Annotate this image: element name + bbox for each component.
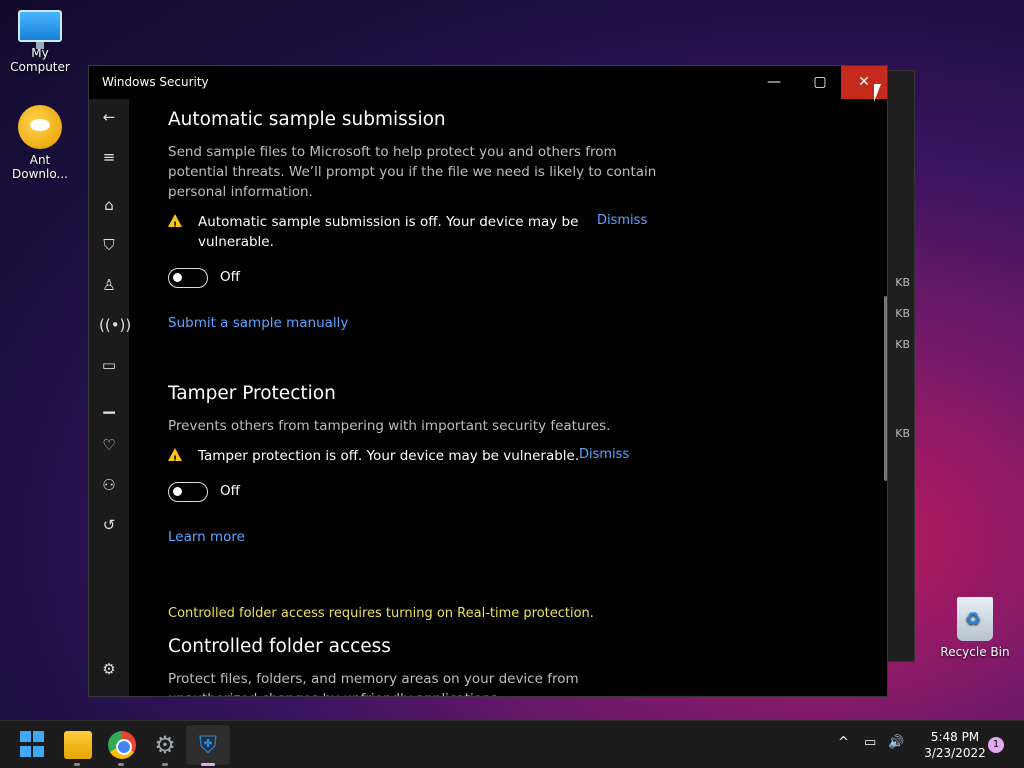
warning-message: Tamper protection is off. Your device ma… — [168, 446, 588, 470]
realtime-protection-note: Controlled folder access requires turnin… — [168, 606, 594, 621]
mouse-cursor-icon — [874, 84, 881, 102]
running-indicator — [74, 763, 80, 766]
running-indicator — [118, 763, 124, 766]
notification-badge[interactable]: 1 — [988, 737, 1004, 753]
network-icon[interactable]: ▭ — [864, 735, 876, 750]
sample-submission-toggle[interactable] — [168, 268, 208, 288]
taskbar: ⚙ ⛨ ^ ▭ 🔊 5:48 PM 3/23/2022 1 — [0, 720, 1024, 768]
size-label: KB — [895, 276, 910, 289]
sidebar: ← ≡ ⌂ ⛉ ♙ ((•)) ▭ ▁ ♡ ⚇ ↺ ⚙ — [89, 99, 131, 696]
size-label: KB — [895, 307, 910, 320]
learn-more-link[interactable]: Learn more — [168, 529, 245, 545]
tray-overflow-chevron-icon[interactable]: ^ — [838, 735, 849, 750]
settings-app-icon[interactable]: ⚙ — [151, 731, 179, 759]
settings-gear-icon[interactable]: ⚙ — [99, 659, 119, 679]
main-content: Automatic sample submission Send sample … — [168, 99, 868, 696]
desktop-icon-label: Ant Downlo... — [12, 153, 68, 181]
toggle-state-label: Off — [220, 483, 240, 499]
section-heading-controlled-folder-access: Controlled folder access — [168, 636, 391, 657]
dismiss-link[interactable]: Dismiss — [579, 447, 629, 462]
scrollbar[interactable] — [884, 296, 887, 481]
section-heading-sample-submission: Automatic sample submission — [168, 109, 446, 130]
desktop-icon-label: Recycle Bin — [940, 645, 1010, 659]
clock[interactable]: 5:48 PM 3/23/2022 — [920, 729, 990, 761]
size-label: KB — [895, 338, 910, 351]
app-browser-icon[interactable]: ▭ — [99, 355, 119, 375]
title-bar[interactable]: Windows Security — ▢ ✕ — [89, 66, 887, 99]
warning-text: Automatic sample submission is off. Your… — [198, 214, 579, 250]
clock-date: 3/23/2022 — [924, 746, 986, 760]
family-icon[interactable]: ⚇ — [99, 475, 119, 495]
desktop-icon-recycle-bin[interactable]: ♻ Recycle Bin — [935, 597, 1015, 659]
tamper-protection-toggle[interactable] — [168, 482, 208, 502]
windows-security-window: Windows Security — ▢ ✕ ← ≡ ⌂ ⛉ ♙ ((•)) ▭… — [88, 65, 888, 697]
warning-icon — [168, 448, 182, 470]
toggle-state-label: Off — [220, 269, 240, 285]
recycle-bin-icon: ♻ — [957, 597, 993, 641]
account-icon[interactable]: ♙ — [99, 275, 119, 295]
start-button[interactable] — [20, 731, 48, 759]
active-indicator — [201, 763, 215, 766]
shield-icon[interactable]: ⛉ — [99, 235, 119, 255]
minimize-button[interactable]: — — [751, 66, 797, 99]
size-label: KB — [895, 427, 910, 440]
desktop-icon-label: My Computer — [10, 46, 70, 74]
warning-message: Automatic sample submission is off. Your… — [168, 212, 588, 252]
file-explorer-icon[interactable] — [64, 731, 92, 759]
computer-icon — [18, 10, 62, 49]
window-title: Windows Security — [102, 75, 209, 89]
maximize-button[interactable]: ▢ — [797, 66, 843, 99]
desktop-icon-my-computer[interactable]: My Computer — [0, 10, 80, 74]
dismiss-link[interactable]: Dismiss — [597, 213, 647, 228]
warning-icon — [168, 214, 182, 236]
wireless-icon[interactable]: ((•)) — [99, 315, 131, 335]
clock-time: 5:48 PM — [930, 730, 980, 744]
chrome-icon[interactable] — [108, 731, 136, 759]
section-description: Prevents others from tampering with impo… — [168, 418, 611, 434]
section-description: Protect files, folders, and memory areas… — [168, 671, 579, 696]
warning-text: Tamper protection is off. Your device ma… — [198, 448, 580, 464]
volume-icon[interactable]: 🔊 — [888, 735, 904, 750]
hamburger-menu-icon[interactable]: ≡ — [99, 147, 119, 167]
device-laptop-icon[interactable]: ▁ — [99, 395, 119, 415]
ant-downloader-icon — [18, 105, 62, 149]
home-icon[interactable]: ⌂ — [99, 195, 119, 215]
section-description: Send sample files to Microsoft to help p… — [168, 144, 657, 200]
history-icon[interactable]: ↺ — [99, 515, 119, 535]
back-arrow-icon[interactable]: ← — [99, 107, 119, 127]
section-heading-tamper-protection: Tamper Protection — [168, 383, 336, 404]
desktop-icon-ant-downloader[interactable]: Ant Downlo... — [0, 105, 80, 181]
health-heart-icon[interactable]: ♡ — [99, 435, 119, 455]
submit-sample-link[interactable]: Submit a sample manually — [168, 315, 348, 331]
windows-security-icon[interactable]: ⛨ — [194, 731, 222, 759]
running-indicator — [162, 763, 168, 766]
